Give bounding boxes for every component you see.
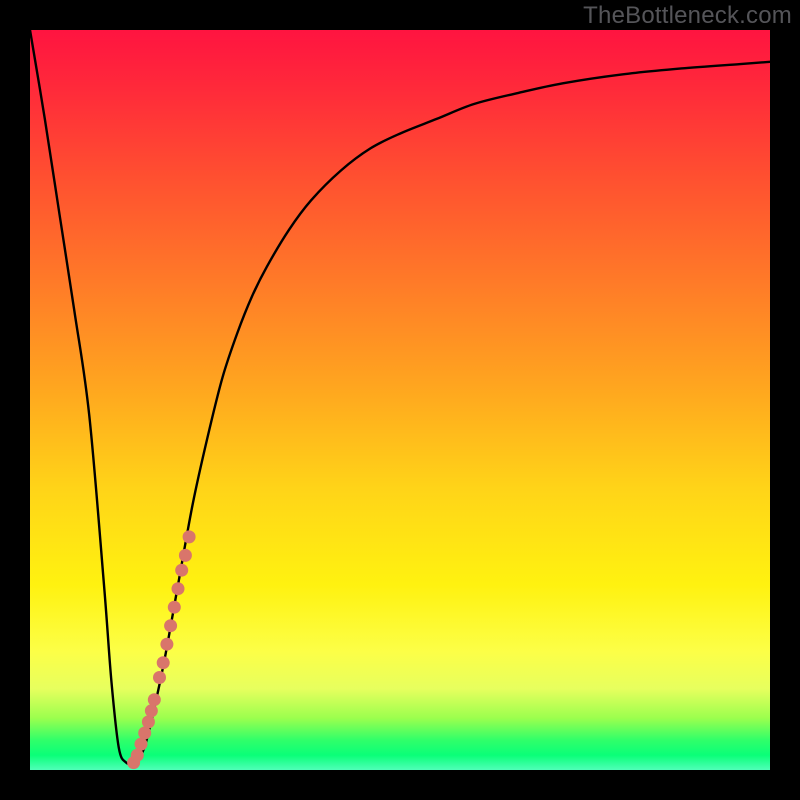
watermark-text: TheBottleneck.com xyxy=(583,2,792,30)
chart-frame: TheBottleneck.com xyxy=(0,0,800,800)
highlight-dot xyxy=(131,749,144,762)
highlight-dot xyxy=(168,601,181,614)
highlight-dot xyxy=(157,656,170,669)
highlight-dot xyxy=(145,704,158,717)
highlight-dot xyxy=(142,715,155,728)
highlight-dot xyxy=(183,530,196,543)
highlight-dot xyxy=(138,727,151,740)
highlight-dot xyxy=(135,738,148,751)
highlight-dot xyxy=(175,564,188,577)
highlight-dots xyxy=(127,530,196,769)
highlight-dot xyxy=(148,693,161,706)
highlight-dot xyxy=(179,549,192,562)
highlight-dot xyxy=(153,671,166,684)
curve-line xyxy=(30,30,770,764)
plot-area xyxy=(30,30,770,770)
highlight-dot xyxy=(160,638,173,651)
chart-overlay xyxy=(30,30,770,770)
highlight-dot xyxy=(172,582,185,595)
highlight-dot xyxy=(164,619,177,632)
